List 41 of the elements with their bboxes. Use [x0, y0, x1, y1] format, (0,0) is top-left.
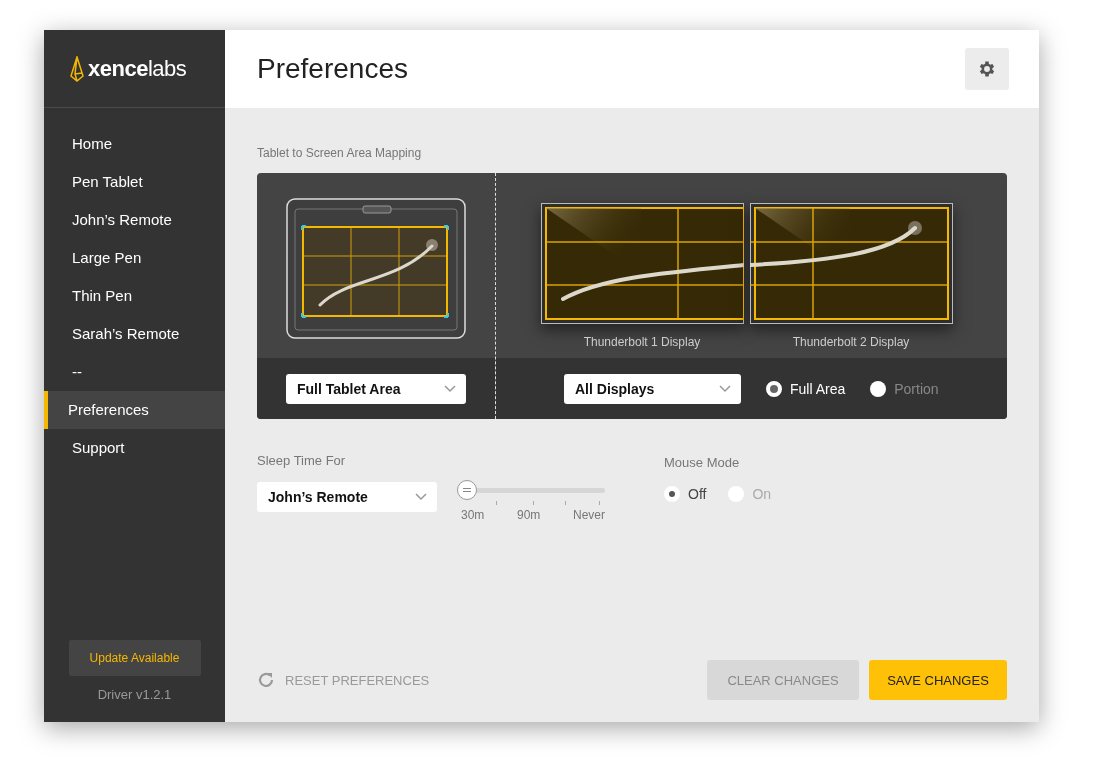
section-label: Tablet to Screen Area Mapping	[257, 146, 423, 160]
settings-button[interactable]	[965, 48, 1009, 90]
sidebar-item[interactable]: Large Pen	[44, 239, 225, 277]
sleep-label: Sleep Time For	[257, 453, 347, 468]
page-title: Preferences	[257, 53, 408, 85]
radio-button[interactable]	[870, 380, 887, 397]
sidebar-item[interactable]: Support	[44, 429, 225, 467]
sleep-time-slider[interactable]	[457, 480, 605, 500]
chevron-down-icon	[444, 384, 456, 393]
pen-nib-icon	[70, 55, 84, 82]
radio-label: Off	[688, 486, 707, 502]
display-label: Thunderbolt 2 Display	[792, 335, 910, 349]
sidebar-item[interactable]: Thin Pen	[44, 277, 225, 315]
sidebar-item[interactable]: --	[44, 353, 225, 391]
sidebar-item[interactable]: John’s Remote	[44, 201, 225, 239]
settings-icon	[977, 59, 997, 79]
sidebar-item[interactable]: Preferences	[44, 391, 225, 429]
logo-text: xencelabs	[88, 55, 187, 82]
slider-tick-label: Never	[572, 508, 605, 522]
sidebar-item[interactable]: Sarah’s Remote	[44, 315, 225, 353]
chevron-down-icon	[415, 493, 427, 501]
tablet-area-select[interactable]: Full Tablet Area	[286, 373, 466, 404]
update-button[interactable]: Update Available	[68, 640, 201, 676]
sidebar-item[interactable]: Home	[44, 125, 225, 163]
slider-tick-label: 90m	[517, 508, 541, 522]
save-changes-button[interactable]: SAVE CHANGES	[869, 660, 1007, 700]
driver-version: Driver v1.2.1	[97, 687, 172, 702]
display-label: Thunderbolt 1 Display	[583, 335, 701, 349]
refresh-icon	[257, 671, 275, 689]
radio-button[interactable]	[664, 486, 680, 502]
slider-tick-label: 30m	[461, 508, 485, 522]
mouse-mode-label: Mouse Mode	[664, 455, 741, 470]
radio-button[interactable]	[766, 380, 782, 397]
slider-thumb[interactable]	[457, 480, 477, 500]
display-select[interactable]: All Displays	[564, 373, 741, 404]
radio-label: Full Area	[790, 380, 846, 397]
sleep-device-select[interactable]: John’s Remote	[257, 482, 437, 512]
radio-label: Portion	[894, 380, 939, 397]
chevron-down-icon	[719, 384, 731, 393]
sidebar-item[interactable]: Pen Tablet	[44, 163, 225, 201]
radio-label: On	[752, 486, 772, 502]
